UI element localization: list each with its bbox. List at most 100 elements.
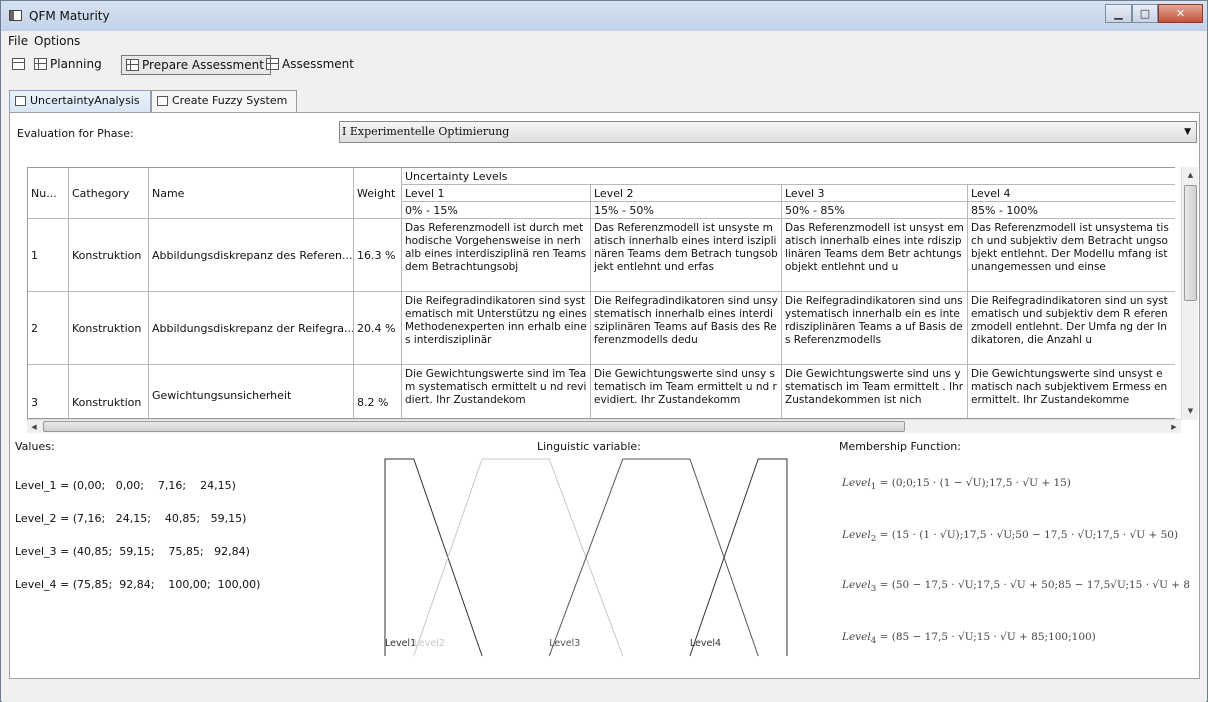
phase-select[interactable]: I Experimentelle Optimierung ▼	[339, 121, 1197, 143]
grid-vertical-scrollbar[interactable]: ▲ ▼	[1181, 167, 1198, 420]
formula-level-3: Level3 = (50 − 17,5 · √U;17,5 · √U + 50;…	[842, 579, 1190, 594]
membership-curve-level1	[384, 458, 483, 657]
status-bar	[2, 680, 1206, 702]
formula-rhs: = (85 − 17,5 · √U;15 · √U + 85;100;100)	[876, 631, 1096, 643]
tab-window-icon	[157, 96, 168, 106]
header-number[interactable]: Nu...	[28, 168, 69, 219]
formula-rhs: = (50 − 17,5 · √U;17,5 · √U + 50;85 − 17…	[876, 579, 1191, 591]
row-level-3-text[interactable]: Die Reifegradindikatoren sind unsystemat…	[782, 292, 968, 365]
app-icon	[9, 10, 22, 21]
prepare-assessment-label: Prepare Assessment	[142, 58, 264, 72]
formula-level-4: Level4 = (85 − 17,5 · √U;15 · √U + 85;10…	[842, 631, 1096, 646]
dropdown-arrow-icon: ▼	[1184, 127, 1191, 137]
menu-file[interactable]: File	[8, 34, 28, 48]
row-category[interactable]: Konstruktion	[69, 365, 149, 418]
assessment-label: Assessment	[282, 57, 354, 71]
values-line-4: Level_4 = (75,85; 92,84; 100,00; 100,00)	[15, 578, 261, 591]
row-name[interactable]: Abbildungsdiskrepanz des Referen...	[149, 219, 354, 292]
membership-function-panel: Level1 = (0;0;15 · (1 − √U);17,5 · √U + …	[837, 457, 1195, 663]
header-level-4[interactable]: Level 4	[968, 185, 1175, 202]
row-category[interactable]: Konstruktion	[69, 292, 149, 365]
row-name[interactable]: Abbildungsdiskrepanz der Reifegra...	[149, 292, 354, 365]
toolbar-grip-icon	[12, 58, 25, 70]
membership-label-level2: Level2	[414, 638, 445, 649]
formula-rhs: = (0;0;15 · (1 − √U);17,5 · √U + 15)	[876, 477, 1071, 489]
row-weight[interactable]: 16.3 %	[354, 219, 402, 292]
horizontal-scroll-thumb[interactable]	[43, 421, 905, 432]
prepare-assessment-button[interactable]: Prepare Assessment	[121, 55, 271, 75]
values-line-1: Level_1 = (0,00; 0,00; 7,16; 24,15)	[15, 479, 236, 492]
row-level-4-text[interactable]: Das Referenzmodell ist unsystema tisch u…	[968, 219, 1175, 292]
menu-bar: File Options	[2, 31, 1206, 51]
vertical-scroll-thumb[interactable]	[1184, 185, 1197, 301]
tab-window-icon	[15, 96, 26, 106]
row-level-2-text[interactable]: Das Referenzmodell ist unsyste matisch i…	[591, 219, 782, 292]
formula-level-1: Level1 = (0;0;15 · (1 − √U);17,5 · √U + …	[842, 477, 1071, 492]
row-level-3-text[interactable]: Die Gewichtungswerte sind uns ystematisc…	[782, 365, 968, 418]
table-icon	[266, 58, 279, 70]
row-weight[interactable]: 8.2 %	[354, 365, 402, 418]
row-number[interactable]: 3	[28, 365, 69, 418]
header-level-4-range: 85% - 100%	[968, 202, 1175, 219]
header-level-1[interactable]: Level 1	[402, 185, 591, 202]
row-level-4-text[interactable]: Die Reifegradindikatoren sind un systema…	[968, 292, 1175, 365]
row-level-2-text[interactable]: Die Gewichtungswerte sind unsy stematisc…	[591, 365, 782, 418]
window-title: QFM Maturity	[29, 9, 110, 23]
membership-label-level4: Level4	[690, 638, 721, 649]
linguistic-variable-plot: Level1 Level2 Level3 Level4	[383, 456, 789, 663]
close-button[interactable]: ✕	[1158, 4, 1203, 23]
membership-label-level3: Level3	[549, 638, 580, 649]
membership-curve-level4	[689, 458, 788, 657]
header-level-3[interactable]: Level 3	[782, 185, 968, 202]
tab-create-fuzzy-system[interactable]: Create Fuzzy System	[151, 90, 297, 112]
header-category[interactable]: Cathegory	[69, 168, 149, 219]
planning-button[interactable]: Planning	[30, 55, 108, 75]
table-icon	[34, 58, 47, 70]
maximize-button[interactable]: □	[1132, 4, 1158, 23]
row-number[interactable]: 1	[28, 219, 69, 292]
header-level-1-range: 0% - 15%	[402, 202, 591, 219]
membership-curve-level3	[548, 458, 759, 657]
header-weight[interactable]: Weight	[354, 168, 402, 219]
row-level-1-text[interactable]: Das Referenzmodell ist durch methodische…	[402, 219, 591, 292]
grid-horizontal-scrollbar[interactable]: ◀ ▶	[27, 419, 1181, 433]
toolbar: Planning Prepare Assessment Assessment	[2, 51, 1206, 77]
scroll-down-icon[interactable]: ▼	[1182, 403, 1199, 420]
row-level-3-text[interactable]: Das Referenzmodell ist unsyst ematisch i…	[782, 219, 968, 292]
menu-options[interactable]: Options	[34, 34, 80, 48]
header-uncertainty-levels: Uncertainty Levels	[402, 168, 1175, 185]
membership-label-level1: Level1	[385, 638, 416, 649]
header-level-2[interactable]: Level 2	[591, 185, 782, 202]
assessment-button[interactable]: Assessment	[262, 55, 360, 75]
header-name[interactable]: Name	[149, 168, 354, 219]
app-window: QFM Maturity ▁ □ ✕ File Options Planning…	[0, 0, 1208, 702]
tab-label: Create Fuzzy System	[172, 94, 288, 107]
scroll-up-icon[interactable]: ▲	[1182, 167, 1199, 184]
row-number[interactable]: 2	[28, 292, 69, 365]
row-name[interactable]: Gewichtungsunsicherheit	[149, 365, 354, 418]
row-level-2-text[interactable]: Die Reifegradindikatoren sind unsystemat…	[591, 292, 782, 365]
values-label: Values:	[15, 440, 55, 453]
formula-lhs: Level	[842, 529, 871, 541]
formula-lhs: Level	[842, 477, 871, 489]
title-bar[interactable]: QFM Maturity ▁ □ ✕	[1, 1, 1207, 31]
tab-strip: UncertaintyAnalysis Create Fuzzy System	[9, 90, 1199, 112]
row-weight[interactable]: 20.4 %	[354, 292, 402, 365]
values-list: Level_1 = (0,00; 0,00; 7,16; 24,15) Leve…	[15, 458, 260, 612]
minimize-button[interactable]: ▁	[1105, 4, 1132, 23]
formula-lhs: Level	[842, 579, 871, 591]
tab-uncertainty-analysis[interactable]: UncertaintyAnalysis	[9, 90, 151, 112]
row-level-1-text[interactable]: Die Gewichtungswerte sind im Team system…	[402, 365, 591, 418]
table-icon	[126, 59, 139, 71]
values-line-2: Level_2 = (7,16; 24,15; 40,85; 59,15)	[15, 512, 247, 525]
membership-curve-level2	[413, 458, 624, 657]
row-level-1-text[interactable]: Die Reifegradindikatoren sind systematis…	[402, 292, 591, 365]
row-level-4-text[interactable]: Die Gewichtungswerte sind unsyst ematisc…	[968, 365, 1175, 418]
formula-level-2: Level2 = (15 · (1 · √U);17,5 · √U;50 − 1…	[842, 529, 1178, 544]
formula-rhs: = (15 · (1 · √U);17,5 · √U;50 − 17,5 · √…	[876, 529, 1179, 541]
linguistic-variable-label: Linguistic variable:	[537, 440, 641, 453]
row-category[interactable]: Konstruktion	[69, 219, 149, 292]
scroll-right-icon[interactable]: ▶	[1167, 420, 1181, 434]
scroll-left-icon[interactable]: ◀	[27, 420, 41, 434]
membership-function-label: Membership Function:	[839, 440, 961, 453]
